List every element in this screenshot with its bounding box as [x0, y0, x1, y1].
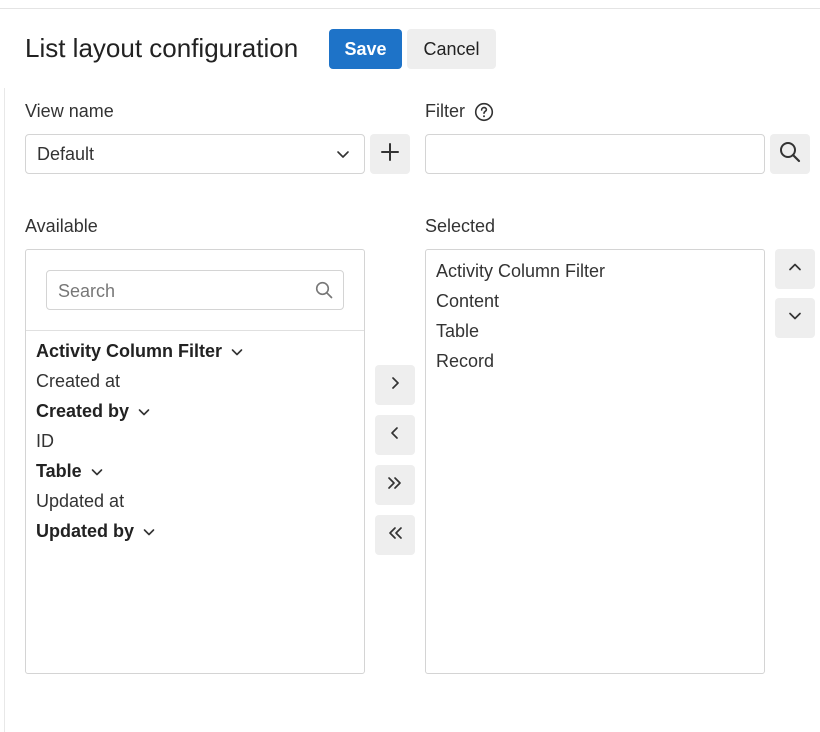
search-icon	[779, 141, 801, 168]
list-item-label: Table	[36, 461, 82, 481]
move-all-left-button[interactable]	[375, 515, 415, 555]
list-item[interactable]: Record	[436, 351, 494, 372]
list-item[interactable]: Updated at	[36, 491, 124, 512]
move-left-button[interactable]	[375, 415, 415, 455]
plus-icon	[380, 142, 400, 167]
search-divider	[26, 330, 364, 331]
list-item-label: Created at	[36, 371, 121, 391]
list-item-group[interactable]: Table	[36, 461, 104, 482]
help-circle-icon[interactable]	[474, 102, 494, 127]
search-icon	[315, 281, 333, 304]
list-item[interactable]: ID	[36, 431, 54, 452]
list-item[interactable]: Activity Column Filter	[436, 261, 605, 282]
chevron-down-icon[interactable]	[90, 465, 104, 479]
available-list[interactable]: Search Activity Column Filter Created at…	[25, 249, 365, 674]
view-name-value: Default	[37, 143, 95, 164]
list-item[interactable]: Content	[436, 291, 499, 312]
view-name-select[interactable]: Default	[25, 134, 365, 174]
list-item-label: ID	[36, 431, 54, 451]
list-item-group[interactable]: Activity Column Filter	[36, 341, 244, 362]
chevron-up-icon	[787, 259, 803, 280]
list-item-label: Updated by	[36, 521, 135, 541]
filter-input[interactable]	[425, 134, 765, 174]
selected-label: Selected	[425, 216, 496, 236]
list-item[interactable]: Table	[436, 321, 479, 342]
save-button[interactable]: Save	[329, 29, 402, 69]
list-item-label: Activity Column Filter	[36, 341, 223, 361]
selected-list[interactable]: Activity Column Filter Content Table Rec…	[425, 249, 765, 674]
chevron-down-icon[interactable]	[230, 345, 244, 359]
chevron-left-icon	[387, 425, 403, 446]
chevron-down-icon[interactable]	[142, 525, 156, 539]
double-chevron-right-icon	[386, 475, 404, 496]
cancel-button[interactable]: Cancel	[407, 29, 496, 69]
move-down-button[interactable]	[775, 298, 815, 338]
move-right-button[interactable]	[375, 365, 415, 405]
list-item-label: Updated at	[36, 491, 125, 511]
view-name-label: View name	[25, 101, 114, 121]
move-all-right-button[interactable]	[375, 465, 415, 505]
list-item-label: Created by	[36, 401, 130, 421]
available-search-input[interactable]: Search	[46, 270, 344, 310]
chevron-right-icon	[387, 375, 403, 396]
chevron-down-icon	[787, 308, 803, 329]
chevron-down-icon	[335, 146, 351, 167]
search-placeholder: Search	[58, 281, 116, 301]
move-up-button[interactable]	[775, 249, 815, 289]
top-divider	[0, 8, 820, 9]
chevron-down-icon[interactable]	[137, 405, 151, 419]
filter-label: Filter	[425, 101, 465, 121]
list-item-group[interactable]: Updated by	[36, 521, 156, 542]
list-item-group[interactable]: Created by	[36, 401, 151, 422]
double-chevron-left-icon	[386, 525, 404, 546]
filter-search-button[interactable]	[770, 134, 810, 174]
available-label: Available	[25, 216, 98, 236]
list-item[interactable]: Created at	[36, 371, 120, 392]
add-view-button[interactable]	[370, 134, 410, 174]
page-title: List layout configuration	[25, 33, 299, 63]
left-divider	[4, 88, 5, 732]
